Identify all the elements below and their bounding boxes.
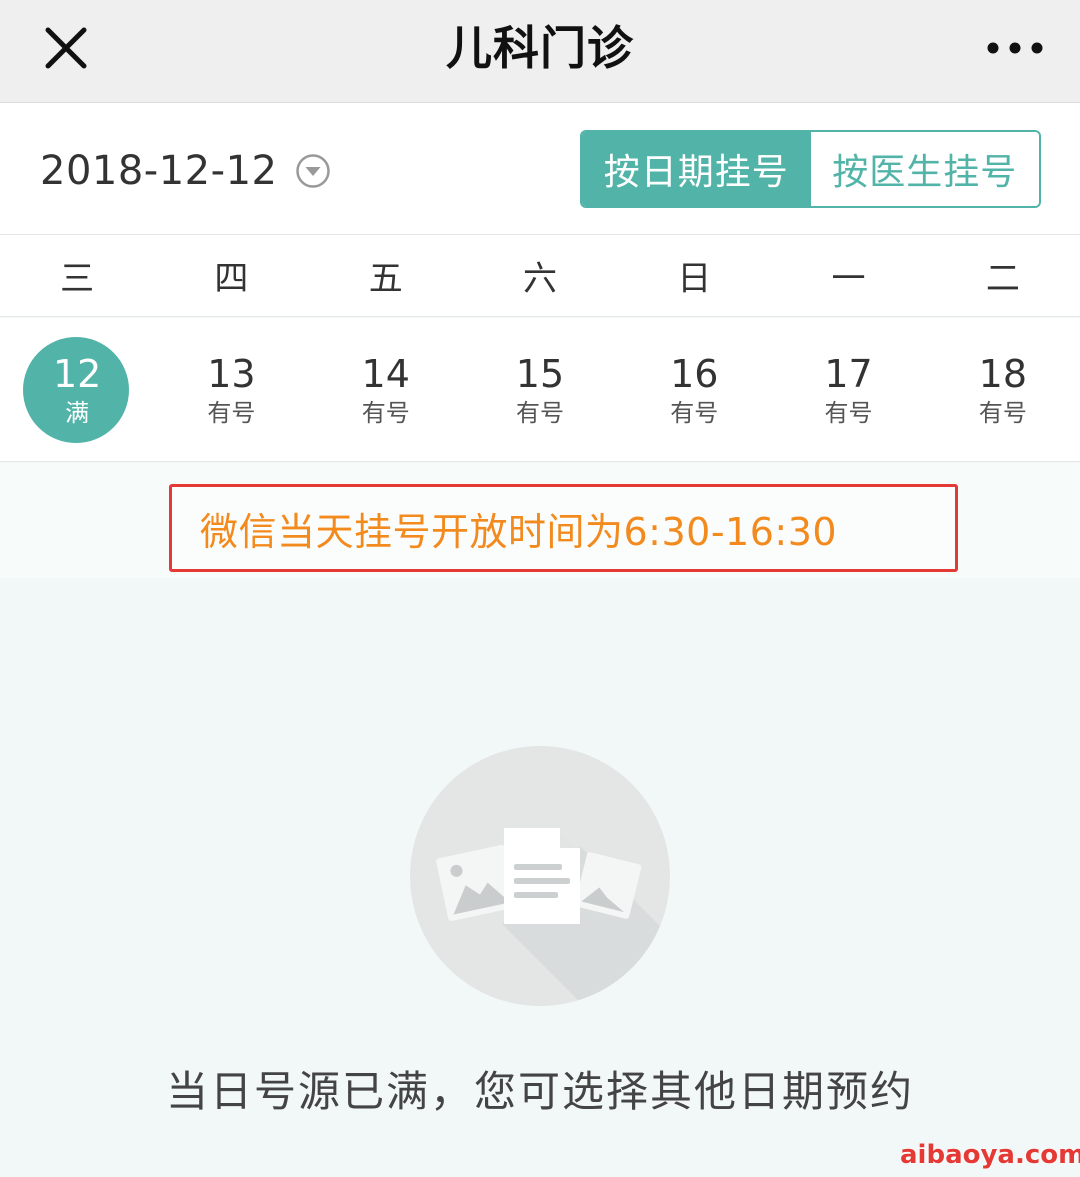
page-title: 儿科门诊 (446, 21, 634, 75)
weekday-label: 日 (677, 259, 712, 299)
page: 儿科门诊 2018-12-12 按日期挂号 按医生挂号 三 四 五 六 日 一 … (0, 0, 1080, 1177)
day-number: 13 (207, 351, 256, 396)
selected-date: 2018-12-12 (40, 148, 278, 194)
day-number: 16 (670, 351, 719, 396)
day-cell[interactable]: 15 有号 (463, 318, 617, 461)
weekday-label: 六 (522, 259, 557, 299)
notice-band: 微信当天挂号开放时间为6:30-16:30 (0, 463, 1080, 578)
watermark: aibaoya.com (900, 1140, 1080, 1170)
notice-text: 微信当天挂号开放时间为6:30-16:30 (200, 509, 838, 554)
weekday-label: 四 (214, 259, 249, 299)
by-date-tab[interactable]: 按日期挂号 (582, 132, 811, 206)
day-strip: 12 满 13 有号 14 有号 15 有号 16 有号 17 有号 18 有号 (0, 318, 1080, 462)
registration-mode-switch: 按日期挂号 按医生挂号 (580, 130, 1041, 208)
date-selector-row: 2018-12-12 按日期挂号 按医生挂号 (0, 103, 1080, 235)
weekday-label: 一 (831, 259, 866, 299)
day-number: 14 (361, 351, 410, 396)
empty-state-message: 当日号源已满，您可选择其他日期预约 (165, 1067, 914, 1116)
weekday-label: 三 (60, 259, 95, 299)
day-status: 有号 (207, 398, 256, 427)
by-doctor-tab[interactable]: 按医生挂号 (810, 132, 1039, 206)
day-status: 有号 (361, 398, 410, 427)
day-cell-selected[interactable]: 12 满 (0, 318, 154, 461)
weekday-label: 五 (368, 259, 403, 299)
day-status: 满 (65, 398, 90, 427)
day-status: 有号 (670, 398, 719, 427)
weekday-label: 二 (985, 259, 1020, 299)
day-cell[interactable]: 17 有号 (771, 318, 925, 461)
registration-hours-notice: 微信当天挂号开放时间为6:30-16:30 (169, 484, 958, 572)
day-number: 18 (978, 351, 1027, 396)
day-status: 有号 (978, 398, 1027, 427)
day-cell[interactable]: 14 有号 (309, 318, 463, 461)
weekday-header: 三 四 五 六 日 一 二 (0, 235, 1080, 317)
more-dots-icon[interactable] (982, 30, 1048, 66)
day-status: 有号 (515, 398, 564, 427)
day-status: 有号 (824, 398, 873, 427)
top-bar: 儿科门诊 (0, 0, 1080, 103)
empty-document-icon (410, 746, 670, 1006)
empty-state: 当日号源已满，您可选择其他日期预约 (0, 578, 1080, 1177)
day-number: 17 (824, 351, 873, 396)
day-cell[interactable]: 18 有号 (926, 318, 1080, 461)
day-number: 12 (52, 351, 102, 396)
day-cell[interactable]: 16 有号 (617, 318, 771, 461)
chevron-down-circle-icon (296, 154, 331, 188)
day-number: 15 (515, 351, 565, 396)
date-picker[interactable]: 2018-12-12 (40, 143, 331, 199)
day-cell[interactable]: 13 有号 (154, 318, 308, 461)
